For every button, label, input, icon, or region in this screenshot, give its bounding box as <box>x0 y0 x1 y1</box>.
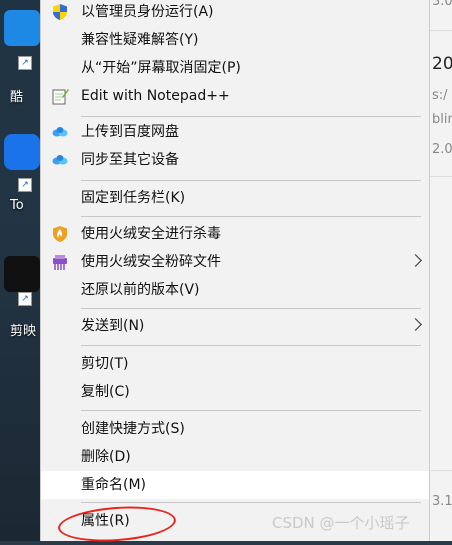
menu-separator <box>81 180 421 181</box>
menu-item-pin-taskbar[interactable]: 固定到任务栏(K) <box>41 184 429 212</box>
menu-item-label: 使用火绒安全粉碎文件 <box>81 254 221 270</box>
menu-item-rename[interactable]: 重命名(M) <box>41 471 429 499</box>
divider <box>430 30 452 31</box>
menu-item-restore-versions[interactable]: 还原以前的版本(V) <box>41 276 429 304</box>
context-menu: 以管理员身份运行(A) 兼容性疑难解答(Y) 从“开始”屏幕取消固定(P) Ed… <box>40 0 430 541</box>
desktop-icon-kugou[interactable]: ↗ 酷 <box>4 10 44 105</box>
menu-separator <box>81 410 421 411</box>
bg-text: 3.1 <box>432 494 452 509</box>
chevron-right-icon <box>409 318 422 331</box>
desktop-icon-label: 酷 <box>10 90 24 105</box>
menu-item-cut[interactable]: 剪切(T) <box>41 350 429 378</box>
desktop-icon-todesk[interactable]: ↗ To <box>4 134 44 213</box>
desktop-icon-label: 剪映 <box>10 324 37 339</box>
menu-item-label: 同步至其它设备 <box>81 152 179 168</box>
menu-item-send-to[interactable]: 发送到(N) <box>41 312 429 340</box>
baidu-netdisk-icon <box>51 123 69 141</box>
menu-item-unpin-start[interactable]: 从“开始”屏幕取消固定(P) <box>41 54 429 82</box>
menu-item-label: 还原以前的版本(V) <box>81 282 200 298</box>
menu-item-label: 使用火绒安全进行杀毒 <box>81 226 221 242</box>
desktop-icon-label: To <box>10 198 24 213</box>
shortcut-arrow-icon: ↗ <box>18 56 32 70</box>
menu-separator <box>81 308 421 309</box>
menu-separator <box>81 502 421 503</box>
menu-item-label: 固定到任务栏(K) <box>81 190 186 206</box>
desktop-background: ↗ 酷 ↗ To ↗ 剪映 <box>0 0 40 541</box>
huorong-shredder-icon <box>51 253 69 271</box>
menu-separator <box>81 345 421 346</box>
desktop-icon-jianying[interactable]: ↗ 剪映 <box>4 256 44 339</box>
bg-text: 20 <box>432 54 452 74</box>
menu-item-run-as-admin[interactable]: 以管理员身份运行(A) <box>41 0 429 26</box>
menu-item-label: 以管理员身份运行(A) <box>81 4 214 20</box>
menu-item-sync-devices[interactable]: 同步至其它设备 <box>41 146 429 174</box>
menu-item-compat-troubleshoot[interactable]: 兼容性疑难解答(Y) <box>41 26 429 54</box>
menu-item-label: 剪切(T) <box>81 356 129 372</box>
menu-item-label: 复制(C) <box>81 384 130 400</box>
menu-item-huorong-shred[interactable]: 使用火绒安全粉碎文件 <box>41 248 429 276</box>
menu-item-huorong-scan[interactable]: 使用火绒安全进行杀毒 <box>41 220 429 248</box>
chevron-right-icon <box>409 254 422 267</box>
kugou-app-icon <box>4 10 40 46</box>
menu-item-label: 删除(D) <box>81 449 131 465</box>
bg-text: 2.08 <box>432 142 452 157</box>
divider <box>430 470 452 471</box>
menu-separator <box>81 116 421 117</box>
menu-item-label: 重命名(M) <box>81 477 147 493</box>
todesk-app-icon <box>4 134 40 170</box>
menu-item-create-shortcut[interactable]: 创建快捷方式(S) <box>41 415 429 443</box>
menu-item-upload-baidu[interactable]: 上传到百度网盘 <box>41 118 429 146</box>
shortcut-arrow-icon: ↗ <box>18 178 32 192</box>
baidu-sync-icon <box>51 151 69 169</box>
bg-text: 3.0 <box>432 0 452 9</box>
divider <box>430 176 452 177</box>
menu-item-edit-notepadpp[interactable]: Edit with Notepad++ <box>41 82 429 110</box>
huorong-shield-icon <box>51 225 69 243</box>
bg-text: s:/ <box>432 88 448 103</box>
menu-item-label: 发送到(N) <box>81 318 145 334</box>
notepad-plus-plus-icon <box>51 87 69 105</box>
background-window: 3.0 20 s:/ blin 2.08 3.1 <box>430 0 452 541</box>
menu-item-label: Edit with Notepad++ <box>81 88 230 104</box>
menu-item-copy[interactable]: 复制(C) <box>41 378 429 406</box>
menu-item-label: 上传到百度网盘 <box>81 124 179 140</box>
menu-item-label: 创建快捷方式(S) <box>81 421 185 437</box>
menu-item-label: 属性(R) <box>81 513 130 529</box>
menu-item-label: 兼容性疑难解答(Y) <box>81 32 199 48</box>
uac-shield-icon <box>51 3 69 21</box>
menu-item-label: 从“开始”屏幕取消固定(P) <box>81 60 241 76</box>
jianying-app-icon <box>4 256 40 292</box>
watermark: CSDN @一个小瑶子 <box>272 514 410 532</box>
menu-separator <box>81 216 421 217</box>
menu-item-delete[interactable]: 删除(D) <box>41 443 429 471</box>
shortcut-arrow-icon: ↗ <box>18 292 32 306</box>
bg-text: blin <box>432 112 452 127</box>
